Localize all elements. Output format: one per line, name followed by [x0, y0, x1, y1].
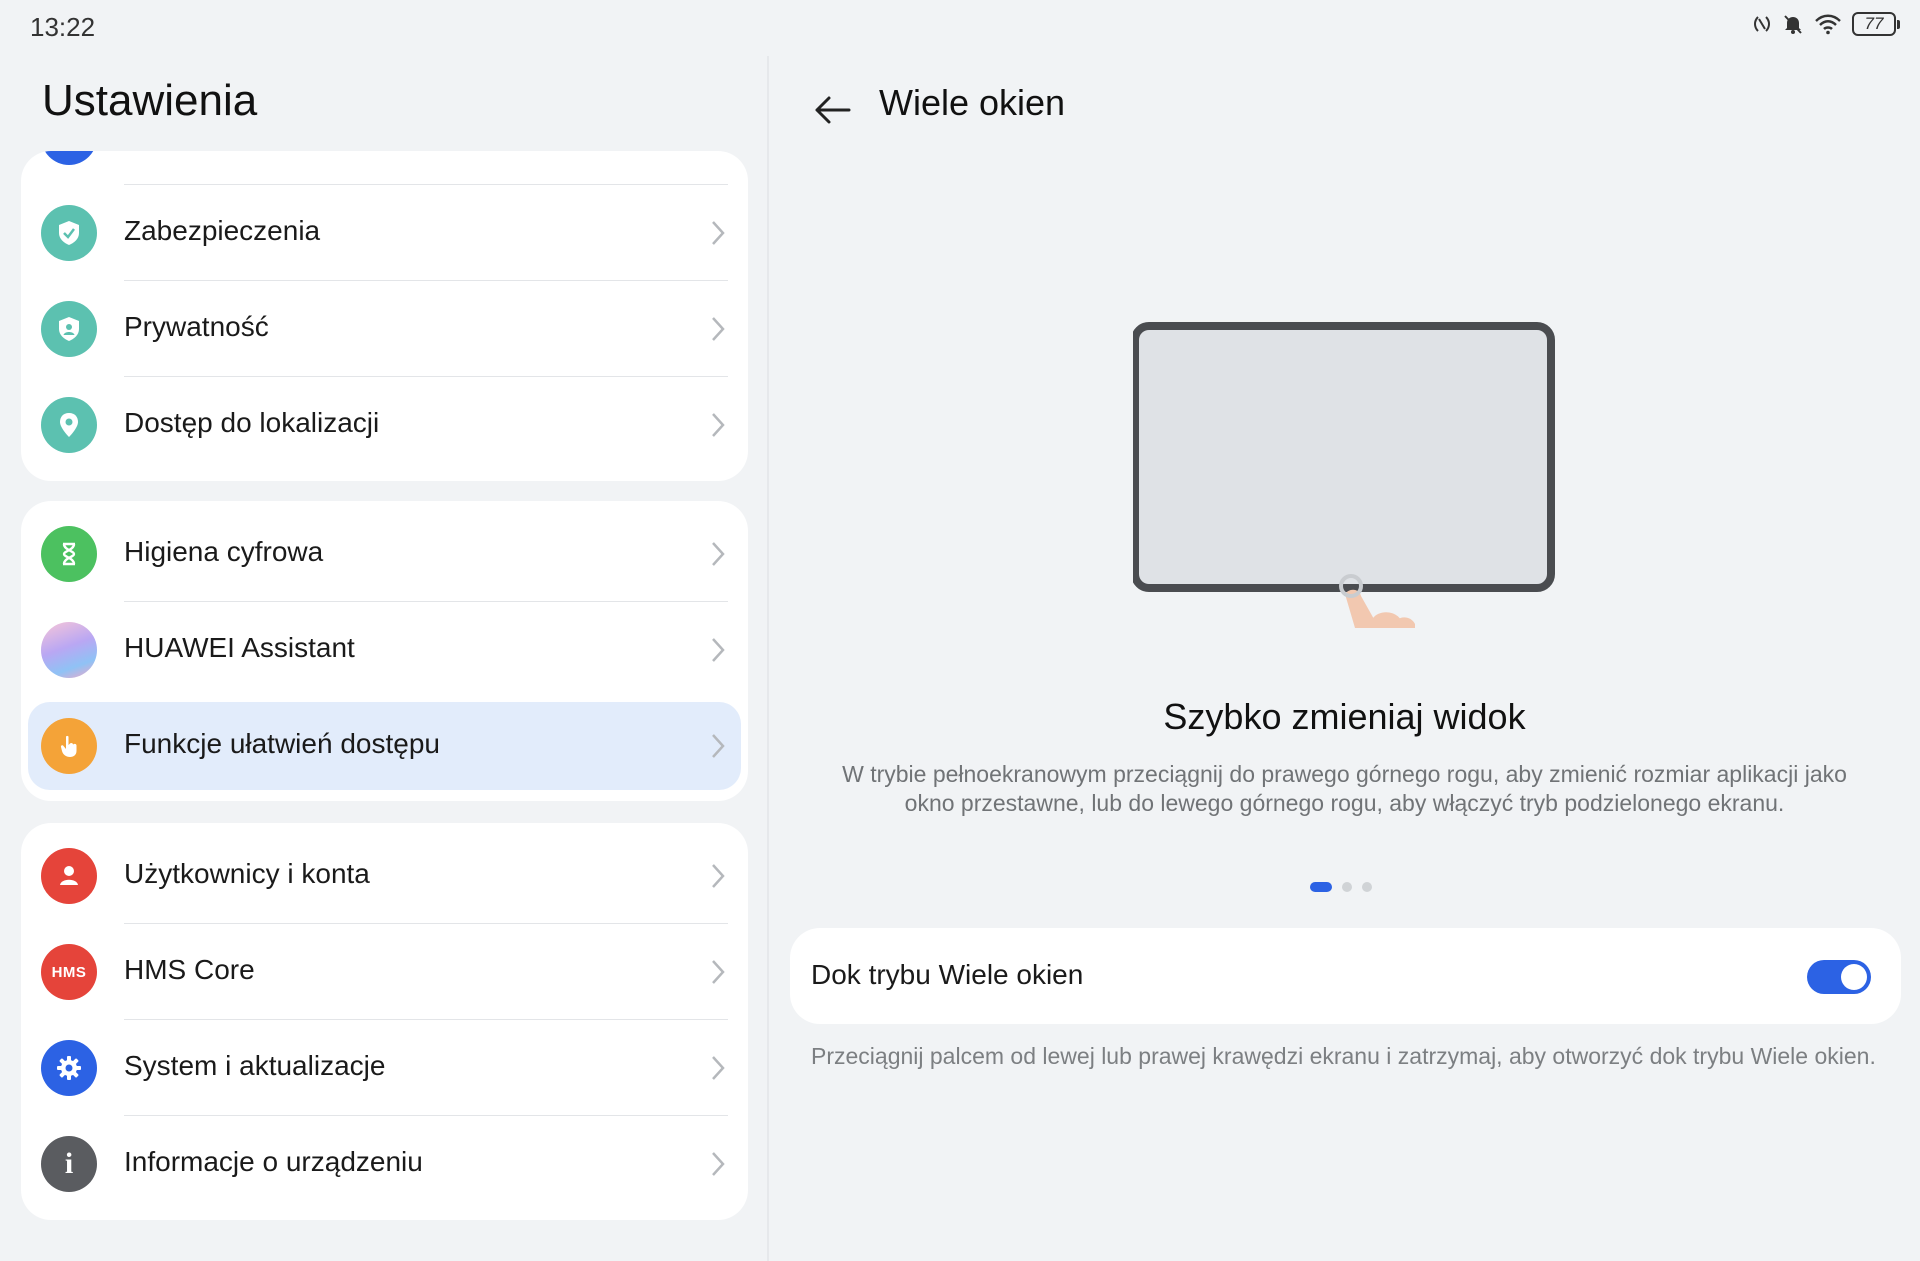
multi-window-dock-toggle[interactable] [1807, 960, 1871, 994]
nfc-icon [1752, 14, 1772, 34]
settings-item-about-device[interactable]: i Informacje o urządzeniu [21, 1116, 748, 1212]
toggle-knob [1841, 964, 1867, 990]
settings-group-assistant: Higiena cyfrowa HUAWEI Assistant Funkcje… [21, 501, 748, 801]
chevron-right-icon [712, 413, 725, 437]
chevron-right-icon [712, 221, 725, 245]
settings-item-digital-balance[interactable]: Higiena cyfrowa [21, 506, 748, 602]
hourglass-icon [41, 526, 97, 582]
chevron-right-icon [712, 734, 725, 758]
multi-window-detail-pane: Wiele okien Szybko zmieniaj widok W tryb… [769, 56, 1920, 1261]
settings-item-clipped[interactable] [21, 151, 748, 185]
status-time: 13:22 [30, 12, 96, 42]
info-icon: i [41, 1136, 97, 1192]
status-bar: 13:22 77 [0, 0, 1920, 56]
chevron-right-icon [712, 1056, 725, 1080]
shield-icon [41, 205, 97, 261]
toggle-label: Dok trybu Wiele okien [811, 959, 1084, 990]
settings-item-label: Użytkownicy i konta [124, 858, 370, 889]
detail-title: Wiele okien [879, 82, 1066, 123]
settings-item-system-updates[interactable]: System i aktualizacje [21, 1020, 748, 1116]
hms-icon: HMS [41, 944, 97, 1000]
page-dot-active[interactable] [1310, 882, 1332, 892]
settings-group-security: Zabezpieczenia Prywatność Dostęp do loka… [21, 151, 748, 481]
settings-item-privacy[interactable]: Prywatność [21, 281, 748, 377]
settings-item-label: Dostęp do lokalizacji [124, 407, 380, 438]
settings-item-label: Funkcje ułatwień dostępu [124, 728, 440, 759]
battery-indicator: 77 [1852, 12, 1900, 36]
chevron-right-icon [712, 864, 725, 888]
settings-item-label: Zabezpieczenia [124, 215, 321, 246]
back-button[interactable] [809, 86, 857, 134]
tablet-gesture-illustration [1133, 268, 1557, 633]
settings-item-accessibility[interactable]: Funkcje ułatwień dostępu [21, 698, 748, 794]
chevron-right-icon [712, 960, 725, 984]
page-title: Ustawienia [42, 76, 258, 125]
page-indicator[interactable] [1310, 882, 1372, 892]
settings-item-label: System i aktualizacje [124, 1050, 386, 1081]
assistant-orb-icon [41, 622, 97, 678]
status-icons: 77 [1752, 12, 1900, 36]
settings-item-users[interactable]: Użytkownicy i konta [21, 828, 748, 924]
multi-window-dock-setting[interactable]: Dok trybu Wiele okien [790, 928, 1901, 1024]
chevron-right-icon [712, 317, 725, 341]
chevron-right-icon [712, 638, 725, 662]
page-dot[interactable] [1362, 882, 1372, 892]
chevron-right-icon [712, 1152, 725, 1176]
wifi-icon [1814, 13, 1842, 35]
settings-group-system: Użytkownicy i konta HMS HMS Core System … [21, 823, 748, 1220]
privacy-icon [41, 301, 97, 357]
arrow-left-icon [815, 96, 851, 124]
settings-list-pane: Ustawienia Zabezpieczenia Prywatność Dos… [0, 56, 767, 1261]
page-dot[interactable] [1342, 882, 1352, 892]
slide-description: W trybie pełnoekranowym przeciągnij do p… [842, 761, 1847, 816]
location-pin-icon [41, 397, 97, 453]
slide-title: Szybko zmieniaj widok [1163, 696, 1526, 737]
settings-item-location[interactable]: Dostęp do lokalizacji [21, 377, 748, 473]
user-icon [41, 848, 97, 904]
info-icon-text: i [64, 1147, 74, 1180]
chevron-right-icon [712, 542, 725, 566]
gear-icon [41, 1040, 97, 1096]
settings-item-label: HUAWEI Assistant [124, 632, 355, 663]
settings-item-huawei-assistant[interactable]: HUAWEI Assistant [21, 602, 748, 698]
mute-icon [1782, 13, 1804, 35]
settings-item-label: Prywatność [124, 311, 269, 342]
settings-item-label: HMS Core [124, 954, 255, 985]
hms-icon-text: HMS [51, 963, 87, 981]
clipped-item-icon [41, 151, 97, 165]
hand-icon [41, 718, 97, 774]
settings-item-security[interactable]: Zabezpieczenia [21, 185, 748, 281]
settings-item-label: Informacje o urządzeniu [124, 1146, 423, 1177]
settings-item-label: Higiena cyfrowa [124, 536, 324, 567]
settings-item-hms-core[interactable]: HMS HMS Core [21, 924, 748, 1020]
setting-hint-text: Przeciągnij palcem od lewej lub prawej k… [811, 1043, 1876, 1069]
